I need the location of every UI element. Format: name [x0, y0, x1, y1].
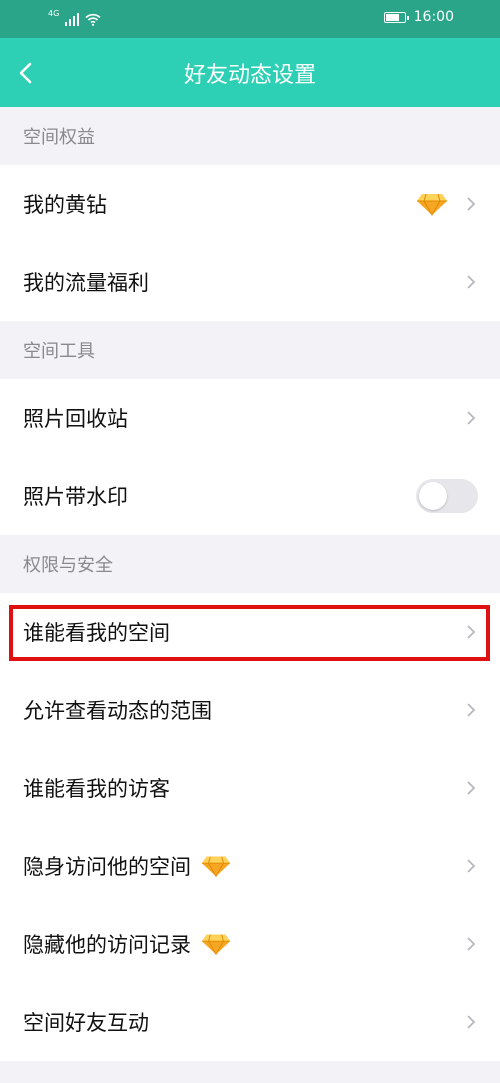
row-photo-watermark: 照片带水印: [0, 457, 500, 535]
section-header-privacy: 权限与安全: [0, 535, 500, 593]
chevron-right-icon: [467, 937, 476, 951]
chevron-right-icon: [467, 411, 476, 425]
row-who-can-see-my-visitors[interactable]: 谁能看我的访客: [0, 749, 500, 827]
row-label-with-badge: 隐藏他的访问记录: [23, 929, 231, 959]
clock: 16:00: [413, 9, 454, 25]
chevron-right-icon: [467, 1015, 476, 1029]
row-label: 我的黄钻: [23, 193, 107, 217]
row-label: 隐藏他的访问记录: [23, 933, 191, 957]
toggle-knob: [419, 482, 447, 510]
row-label: 空间好友互动: [23, 1011, 149, 1035]
diamond-icon: [201, 934, 231, 956]
status-right: 16:00: [383, 9, 454, 25]
section-header-rights: 空间权益: [0, 107, 500, 165]
row-label: 照片回收站: [23, 407, 128, 431]
diamond-icon: [201, 856, 231, 878]
row-hide-visit-record[interactable]: 隐藏他的访问记录: [0, 905, 500, 983]
signal-icon: [65, 12, 80, 26]
diamond-icon: [417, 193, 447, 216]
row-feed-visibility-range[interactable]: 允许查看动态的范围: [0, 671, 500, 749]
chevron-right-icon: [467, 275, 476, 289]
network-type: 4G: [48, 9, 60, 18]
chevron-right-icon: [467, 781, 476, 795]
chevron-right-icon: [467, 625, 476, 639]
row-label: 谁能看我的访客: [23, 777, 170, 801]
row-invisible-visit[interactable]: 隐身访问他的空间: [0, 827, 500, 905]
row-label: 谁能看我的空间: [23, 621, 170, 645]
section-header-tools: 空间工具: [0, 321, 500, 379]
row-traffic-benefits[interactable]: 我的流量福利: [0, 243, 500, 321]
status-bar: 4G 16:00: [0, 0, 500, 38]
row-friend-interaction[interactable]: 空间好友互动: [0, 983, 500, 1061]
back-chevron-icon[interactable]: [12, 58, 42, 88]
battery-icon: [383, 11, 409, 23]
chevron-right-icon: [467, 197, 476, 211]
page-title: 好友动态设置: [183, 62, 316, 88]
row-label: 允许查看动态的范围: [23, 699, 212, 723]
wifi-icon: [85, 13, 101, 26]
row-photo-recycle-bin[interactable]: 照片回收站: [0, 379, 500, 457]
network-indicators: 4G: [48, 10, 101, 26]
watermark-toggle[interactable]: [416, 479, 478, 513]
row-label: 我的流量福利: [23, 271, 149, 295]
row-my-yellow-diamond[interactable]: 我的黄钻: [0, 165, 500, 243]
nav-bar: 好友动态设置: [0, 38, 500, 107]
row-label-with-badge: 隐身访问他的空间: [23, 851, 231, 881]
row-label: 照片带水印: [23, 485, 128, 509]
chevron-right-icon: [467, 859, 476, 873]
chevron-right-icon: [467, 703, 476, 717]
row-label: 隐身访问他的空间: [23, 855, 191, 879]
row-who-can-see-my-space[interactable]: 谁能看我的空间: [0, 593, 500, 671]
